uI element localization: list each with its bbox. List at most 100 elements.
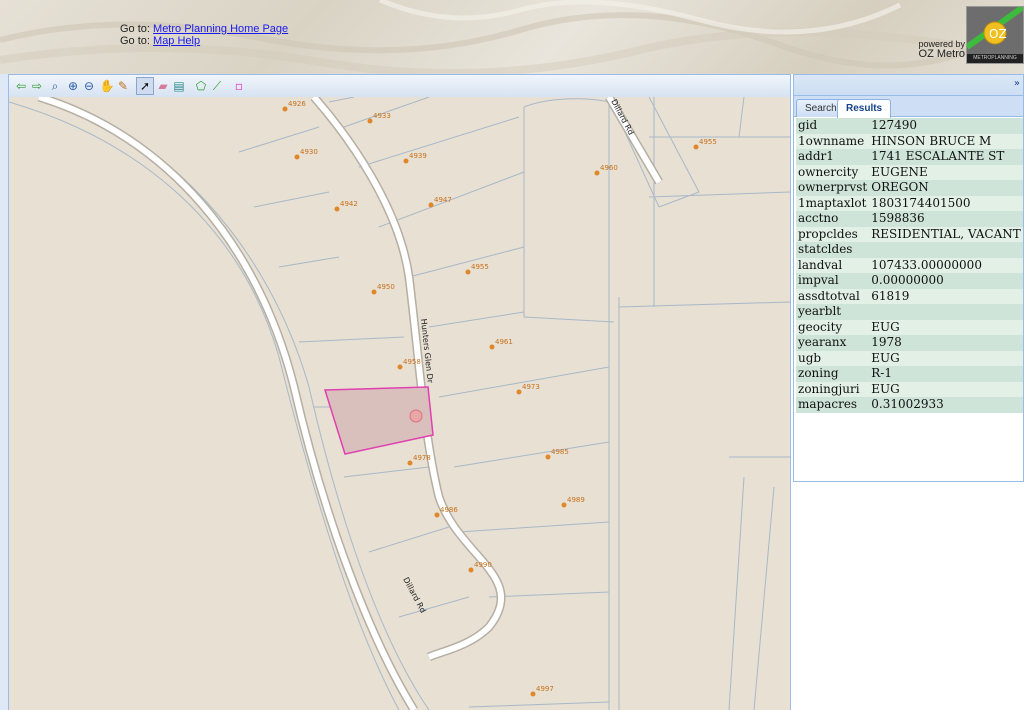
address-point-marker: [428, 202, 434, 208]
result-value: 0.31002933: [869, 397, 1023, 413]
measure-ruler-icon[interactable]: ✎: [115, 78, 131, 94]
address-number-label: 4930: [300, 148, 318, 156]
tab-results[interactable]: Results: [837, 99, 892, 118]
result-value: OREGON: [869, 180, 1023, 196]
result-value: 1741 ESCALANTE ST: [869, 149, 1023, 165]
result-key: ugb: [796, 350, 870, 366]
result-row-impval: impval 0.00000000: [796, 273, 1023, 289]
result-value: 1978: [869, 335, 1023, 351]
result-value: RESIDENTIAL, VACANT: [869, 226, 1023, 242]
address-number-label: 4986: [440, 506, 458, 514]
address-point-marker: [530, 691, 536, 697]
result-row-ownerprvst: ownerprvst OREGON: [796, 180, 1023, 196]
logo-band-text: METROPLANNING: [967, 54, 1023, 63]
address-number-label: 4955: [471, 263, 489, 271]
result-key: addr1: [796, 149, 870, 165]
result-key: landval: [796, 257, 870, 273]
zoom-in-icon[interactable]: ⊕: [65, 78, 81, 94]
goto-label: Go to:: [120, 35, 150, 47]
page-header: Go to: Metro Planning Home Page Go to: M…: [0, 0, 1024, 74]
result-key: statcldes: [796, 242, 870, 258]
zoom-out-icon[interactable]: ⊖: [81, 78, 97, 94]
draw-point-icon[interactable]: ▫: [231, 78, 247, 94]
result-value: EUG: [869, 350, 1023, 366]
address-point-marker: [294, 154, 300, 160]
powered-by-name: OZ Metro: [918, 48, 965, 60]
result-row-ugb: ugb EUG: [796, 350, 1023, 366]
address-number-label: 4997: [536, 685, 554, 693]
address-number-label: 4989: [567, 496, 585, 504]
address-point-marker: [367, 118, 373, 124]
eraser-icon[interactable]: ▰: [155, 78, 171, 94]
result-row-landval: landval 107433.00000000: [796, 257, 1023, 273]
address-number-label: 4960: [600, 164, 618, 172]
result-row-propcldes: propcldes RESIDENTIAL, VACANT: [796, 226, 1023, 242]
address-number-label: 4961: [495, 338, 513, 346]
result-value: EUGENE: [869, 164, 1023, 180]
draw-line-icon[interactable]: ⟋: [209, 78, 225, 94]
result-row-acctno: acctno 1598836: [796, 211, 1023, 227]
address-point-marker: [371, 289, 377, 295]
pan-hand-icon[interactable]: ✋: [99, 78, 115, 94]
address-number-label: 4926: [288, 100, 306, 108]
oz-metro-logo[interactable]: OZ METROPLANNING: [966, 6, 1024, 64]
address-point-marker: [434, 512, 440, 518]
panel-header: »: [794, 75, 1023, 96]
goto-help-row: Go to: Map Help: [120, 35, 200, 47]
address-number-label: 4942: [340, 200, 358, 208]
logo-text: OZ: [989, 27, 1007, 41]
map-panel: ⇦ ⇨ ⌕ ⊕ ⊖ ✋ ✎ ➚ ▰ ▤ ⬠ ⟋ ▫ Hunters Glen D…: [8, 74, 791, 710]
map-canvas[interactable]: Hunters Glen Dr Dillard Rd Dillard Rd 49…: [9, 97, 790, 710]
result-row-zoningjuri: zoningjuri EUG: [796, 381, 1023, 397]
address-point-marker: [334, 206, 340, 212]
result-value: 61819: [869, 288, 1023, 304]
back-arrow-icon[interactable]: ⇦: [13, 78, 29, 94]
result-value: EUG: [869, 381, 1023, 397]
result-key: ownercity: [796, 164, 870, 180]
result-value: HINSON BRUCE M: [869, 133, 1023, 149]
identify-icon[interactable]: ▤: [171, 78, 187, 94]
results-panel: » Search Results gid 127490 1ownname HINSON…: [793, 74, 1024, 482]
address-number-label: 4985: [551, 448, 569, 456]
zoom-extent-icon[interactable]: ⌕: [47, 78, 63, 94]
draw-polygon-icon[interactable]: ⬠: [193, 78, 209, 94]
result-key: ownerprvst: [796, 180, 870, 196]
result-row-ownercity: ownercity EUGENE: [796, 164, 1023, 180]
address-number-label: 4955: [699, 138, 717, 146]
address-number-label: 4990: [474, 561, 492, 569]
address-point-marker: [282, 106, 288, 112]
panel-tabs: Search Results: [794, 96, 1023, 118]
result-row-yearanx: yearanx 1978: [796, 335, 1023, 351]
logo-graphic: OZ: [967, 7, 1023, 50]
forward-arrow-icon[interactable]: ⇨: [29, 78, 45, 94]
address-point-marker: [468, 567, 474, 573]
result-key: zoning: [796, 366, 870, 382]
address-number-label: 4939: [409, 152, 427, 160]
address-point-marker: [407, 460, 413, 466]
metro-planning-home-link[interactable]: Metro Planning Home Page: [153, 23, 288, 35]
result-key: zoningjuri: [796, 381, 870, 397]
select-pointer-icon[interactable]: ➚: [136, 77, 154, 95]
result-value: 1598836: [869, 211, 1023, 227]
result-row-zoning: zoning R-1: [796, 366, 1023, 382]
result-value: 107433.00000000: [869, 257, 1023, 273]
goto-label: Go to:: [120, 23, 150, 35]
result-value: 127490: [869, 118, 1023, 134]
address-number-label: 4933: [373, 112, 391, 120]
address-number-label: 4978: [413, 454, 431, 462]
result-value: EUG: [869, 319, 1023, 335]
address-point-marker: [465, 269, 471, 275]
result-row-addr1: addr1 1741 ESCALANTE ST: [796, 149, 1023, 165]
result-row-statcldes: statcldes: [796, 242, 1023, 258]
result-value: [869, 304, 1023, 320]
collapse-panel-icon[interactable]: »: [1014, 78, 1020, 89]
result-value: 0.00000000: [869, 273, 1023, 289]
map-toolbar: ⇦ ⇨ ⌕ ⊕ ⊖ ✋ ✎ ➚ ▰ ▤ ⬠ ⟋ ▫: [9, 75, 790, 98]
result-key: acctno: [796, 211, 870, 227]
result-row-mapacres: mapacres 0.31002933: [796, 397, 1023, 413]
map-help-link[interactable]: Map Help: [153, 35, 200, 47]
result-row-1maptaxlot: 1maptaxlot 1803174401500: [796, 195, 1023, 211]
result-key: gid: [796, 118, 870, 134]
selected-point-marker: [409, 409, 423, 423]
result-value: 1803174401500: [869, 195, 1023, 211]
